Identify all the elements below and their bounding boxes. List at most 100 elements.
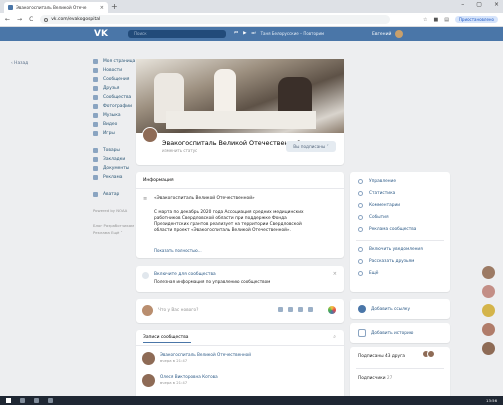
vk-logo[interactable]: VK [94,29,108,39]
chat-avatar[interactable] [482,285,495,298]
music-note-icon[interactable] [298,307,303,312]
video-icon[interactable] [288,307,293,312]
info-card: Информация ≡ «Эвакогоспиталь Великой Оте… [136,172,344,258]
clock: 13:56 [486,398,497,403]
add-story-card[interactable]: Добавить историю [350,323,450,343]
menu-item-manage[interactable]: Управление [358,179,396,184]
os-taskbar: 13:56 [0,396,503,405]
close-icon[interactable]: × [333,271,337,277]
stats-icon [358,191,363,196]
subscribed-button[interactable]: Вы подписаны ˅ [286,141,336,152]
friends-subscribed-text[interactable]: Подписаны 43 друга [358,354,405,359]
prev-track-icon[interactable]: ⏮ [234,30,238,36]
menu-item-events[interactable]: События [358,215,389,220]
search-icon[interactable] [20,398,25,403]
edit-status-link[interactable]: изменить статус [162,148,197,153]
sidebar-item-games[interactable]: Игры [93,129,137,138]
post-composer: Что у Вас нового? [136,299,344,323]
sidebar-item-communities[interactable]: Сообщества [93,93,137,102]
menu-item-share[interactable]: Рассказать друзьям [358,259,414,264]
add-link-card[interactable]: Добавить ссылку [350,299,450,319]
sidebar-item-goods[interactable]: Товары [93,146,137,155]
link-icon [358,305,366,313]
menu-item-stats[interactable]: Статистика [358,191,395,196]
tab-close-icon[interactable]: × [100,5,104,11]
sidebar-item-video[interactable]: Видео [93,120,137,129]
add-story-label: Добавить историю [371,330,414,336]
minimize-button[interactable]: – [461,1,464,8]
chat-avatar[interactable] [482,266,495,279]
play-icon[interactable]: ▶ [243,31,246,36]
group-avatar[interactable] [142,127,158,143]
task-view-icon[interactable] [34,398,39,403]
sidebar-item-photos[interactable]: Фотографии [93,102,137,111]
avatar [427,350,435,358]
chat-avatar[interactable] [482,323,495,336]
tab-community-posts[interactable]: Записи сообщества [143,335,188,340]
star-icon[interactable]: ☆ [423,17,427,23]
forward-arrow-icon[interactable]: → [17,16,22,23]
show-more-link[interactable]: Показать полностью... [154,248,202,253]
chrome-icon[interactable] [48,398,53,403]
footer-links-2[interactable]: Реклама Ещё ˅ [93,229,137,236]
sidebar-item-bookmarks[interactable]: Закладки [93,155,137,164]
menu-item-label: Комментарии [369,203,401,208]
menu-item-more[interactable]: Ещё [358,271,378,276]
menu-item-ads[interactable]: Реклама сообщества [358,227,416,232]
poll-icon[interactable] [308,307,313,312]
sidebar-item-friends[interactable]: Друзья [93,84,137,93]
post-input[interactable]: Что у Вас нового? [158,308,198,313]
cast-icon[interactable]: ▤ [444,17,449,23]
add-story-row[interactable]: Добавить историю [358,329,413,337]
extension-icon[interactable]: ■ [433,17,438,23]
sidebar-item-label: Новости [103,68,123,73]
browser-tab[interactable]: Эвакогоспиталь Великой Отече × [4,2,108,13]
notif-title[interactable]: Включите для сообщества [154,272,216,277]
communities-icon [93,95,98,100]
search-icon[interactable]: ⌕ [333,334,336,340]
story-ring-icon[interactable] [328,306,336,314]
sidebar-separator [93,182,137,190]
next-track-icon[interactable]: ⏭ [252,30,256,36]
footer-links-1[interactable]: Блог Разработчикам [93,222,137,229]
track-title[interactable]: Таня Белорусские – Повторим [261,31,324,36]
profile-paused-button[interactable]: Приостановлено [454,16,498,23]
shopping-bag-icon [93,148,98,153]
music-note-icon [93,113,98,118]
avatar [395,30,404,38]
lock-icon [44,17,49,22]
sidebar-item-avatar[interactable]: Аватар [93,190,137,199]
sidebar-item-my-page[interactable]: Моя страница [93,57,137,66]
windows-start-icon[interactable] [6,398,11,403]
close-window-button[interactable]: × [494,1,499,8]
chat-avatar[interactable] [482,342,495,355]
sidebar-item-label: Друзья [103,86,120,91]
back-arrow-icon[interactable]: ← [5,16,10,23]
gamepad-icon [93,131,98,136]
left-sidebar: Моя страница Новости Сообщения Друзья Со… [93,57,137,236]
post-date: вчера в 21:47 [160,358,188,363]
sidebar-item-music[interactable]: Музыка [93,111,137,120]
subscribers-header[interactable]: Подписчики 27 [358,376,392,381]
camera-icon[interactable] [278,307,283,312]
new-tab-button[interactable]: + [111,2,118,12]
menu-item-comments[interactable]: Комментарии [358,203,400,208]
reload-icon[interactable]: C [29,16,33,23]
chat-avatar[interactable] [482,304,495,317]
sidebar-item-news[interactable]: Новости [93,66,137,75]
user-menu[interactable]: Евгений [372,30,404,38]
menu-item-notifications[interactable]: Включить уведомления [358,247,423,252]
add-link-row[interactable]: Добавить ссылку [358,305,410,313]
browser-toolbar-right: ☆ ■ ▤ Приостановлено [423,16,498,23]
list-item[interactable]: Олеся Викторовна Котова вчера в 21:47 [142,374,218,387]
vk-search-input[interactable]: Поиск [128,30,226,38]
sidebar-item-messages[interactable]: Сообщения [93,75,137,84]
maximize-button[interactable]: ▢ [476,1,482,8]
sidebar-item-documents[interactable]: Документы [93,164,137,173]
url-field[interactable]: vk.com/evakogospital [40,15,391,24]
back-link[interactable]: ‹ Назад [11,61,28,66]
enable-notification-card: Включите для сообщества Полезная информа… [136,266,344,292]
list-item[interactable]: Эвакогоспиталь Великой Отечественной вче… [142,352,251,365]
sidebar-item-ads[interactable]: Реклама [93,173,137,182]
user-name: Евгений [372,31,392,37]
